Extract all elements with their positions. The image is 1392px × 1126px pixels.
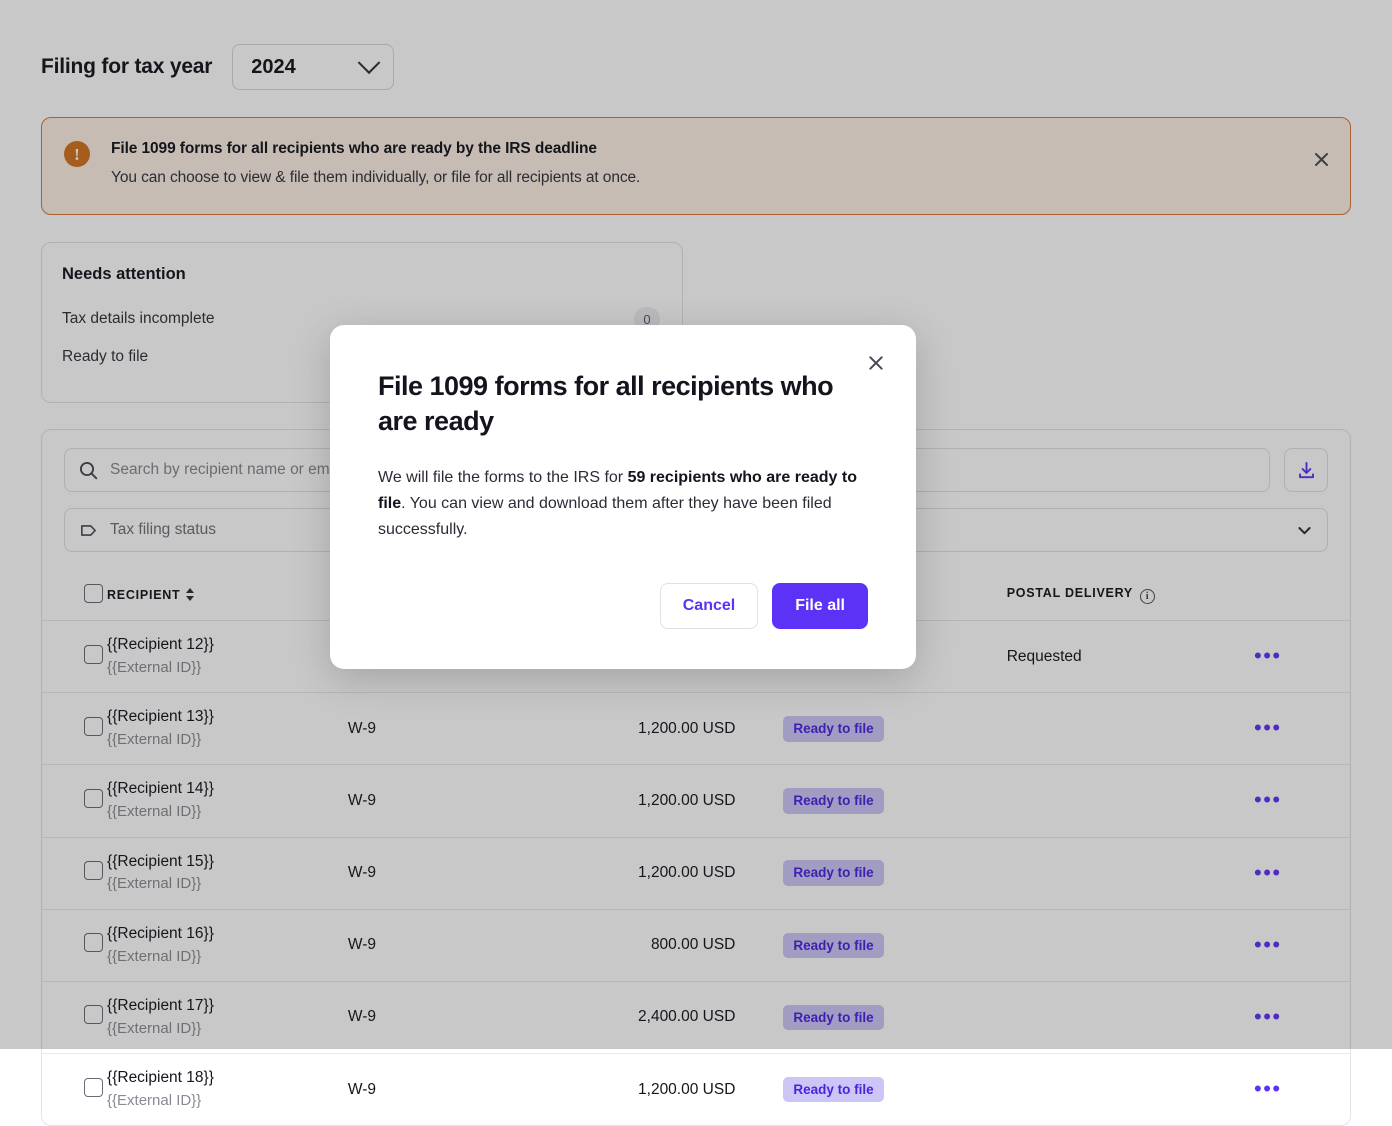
row-actions-cell: ••• (1254, 1054, 1350, 1126)
cancel-button[interactable]: Cancel (660, 583, 758, 629)
modal-actions: Cancel File all (378, 583, 868, 629)
modal-body-suffix: . You can view and download them after t… (378, 495, 832, 538)
recipient-cell: {{Recipient 18}}{{External ID}} (107, 1054, 348, 1126)
kebab-menu-icon[interactable]: ••• (1254, 1076, 1282, 1101)
modal-title: File 1099 forms for all recipients who a… (378, 369, 868, 439)
table-row[interactable]: {{Recipient 18}}{{External ID}}W-91,200.… (42, 1054, 1350, 1126)
amount-cell: 1,200.00 USD (508, 1054, 760, 1126)
postal-delivery-cell (1007, 1054, 1254, 1126)
close-icon (868, 355, 884, 371)
modal-close-button[interactable] (862, 349, 890, 377)
modal-body: We will file the forms to the IRS for 59… (378, 465, 860, 543)
row-select-cell (42, 1054, 107, 1126)
recipient-external-id: {{External ID}} (107, 1091, 348, 1111)
modal-body-prefix: We will file the forms to the IRS for (378, 469, 628, 486)
file-all-confirmation-modal: File 1099 forms for all recipients who a… (330, 325, 916, 669)
status-badge: Ready to file (783, 1077, 883, 1103)
recipient-name: {{Recipient 18}} (107, 1068, 348, 1089)
status-cell: Ready to file (759, 1054, 1006, 1126)
row-checkbox[interactable] (84, 1078, 103, 1097)
file-all-button[interactable]: File all (772, 583, 868, 629)
form-type-cell: W-9 (348, 1054, 508, 1126)
